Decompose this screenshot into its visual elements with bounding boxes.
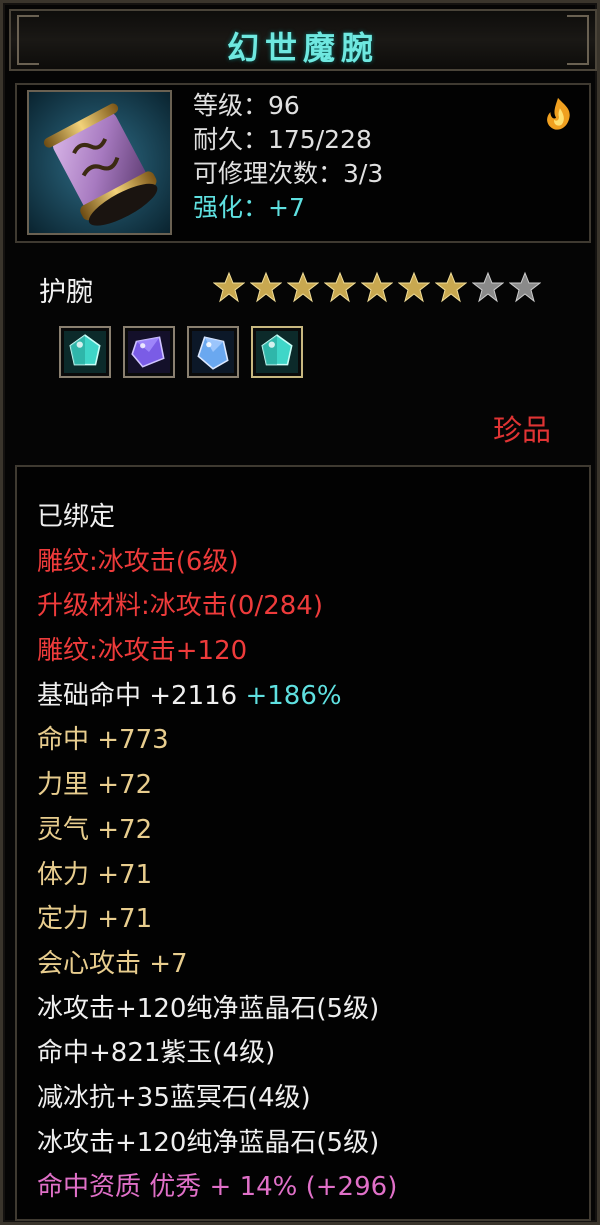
engrave-line: 雕纹:冰攻击(6级): [37, 546, 239, 577]
cyan-gem-icon: [256, 331, 298, 373]
strength-stat: 力里 +72: [37, 770, 153, 801]
gem-bonus-1: 冰攻击+120纯净蓝晶石(5级): [37, 993, 380, 1024]
cyan-gem-icon: [64, 331, 106, 373]
stamina-stat: 体力 +71: [37, 859, 153, 890]
item-icon-frame[interactable]: [27, 90, 172, 235]
gem-slot-2[interactable]: [123, 326, 175, 378]
gem-bonus-4: 冰攻击+120纯净蓝晶石(5级): [37, 1127, 380, 1158]
gem-slot-4[interactable]: [251, 326, 303, 378]
gem-slot-3[interactable]: [187, 326, 239, 378]
item-level: 等级：96: [193, 91, 300, 120]
star-filled-icon: [324, 271, 356, 303]
flame-icon: [547, 97, 570, 130]
item-info-box: 等级：96 耐久：175/228 可修理次数：3/3 强化：+7: [15, 83, 591, 243]
gem-bonus-3: 减冰抗+35蓝冥石(4级): [37, 1082, 311, 1113]
upgrade-material-line: 升级材料:冰攻击(0/284): [37, 591, 323, 622]
engrave-bonus-line: 雕纹:冰攻击+120: [37, 636, 248, 667]
star-filled-icon: [435, 271, 467, 303]
gem-slots: [59, 326, 303, 378]
star-empty-icon: [509, 271, 541, 303]
item-attributes-box: 已绑定 雕纹:冰攻击(6级) 升级材料:冰攻击(0/284) 雕纹:冰攻击+12…: [15, 465, 591, 1221]
gem-slot-1[interactable]: [59, 326, 111, 378]
title-bar: 幻世魔腕: [9, 9, 597, 71]
bound-status: 已绑定: [37, 502, 116, 532]
star-filled-icon: [213, 271, 245, 303]
star-filled-icon: [287, 271, 319, 303]
item-type: 护腕: [39, 277, 93, 308]
item-repair-count: 可修理次数：3/3: [193, 159, 384, 188]
item-durability: 耐久：175/228: [193, 125, 372, 154]
bracer-icon: [29, 92, 170, 233]
hit-stat: 命中 +773: [37, 725, 169, 756]
base-hit-line: 基础命中 +2116 +186%: [37, 674, 397, 719]
star-filled-icon: [361, 271, 393, 303]
focus-stat: 定力 +71: [37, 904, 153, 935]
star-filled-icon: [398, 271, 430, 303]
blue-gem-icon: [192, 331, 234, 373]
star-rating: [213, 271, 541, 303]
item-tooltip-panel: 幻世魔腕 等级：96 耐久：175/228 可修理次数：3/3 强化：+7 护腕…: [0, 0, 600, 1225]
base-hit-percent: +186%: [245, 680, 342, 711]
item-enhance: 强化：+7: [193, 193, 305, 222]
base-hit-value: 基础命中 +2116: [37, 680, 238, 711]
gem-bonus-2: 命中+821紫玉(4级): [37, 1038, 276, 1069]
item-rarity: 珍品: [492, 413, 551, 447]
item-name: 幻世魔腕: [226, 29, 379, 67]
star-filled-icon: [250, 271, 282, 303]
crit-stat: 会心攻击 +7: [37, 948, 188, 979]
star-empty-icon: [472, 271, 504, 303]
hit-quality-line: 命中资质 优秀 + 14% (+296): [37, 1172, 398, 1203]
purple-gem-icon: [128, 331, 170, 373]
spirit-stat: 灵气 +72: [37, 814, 153, 845]
